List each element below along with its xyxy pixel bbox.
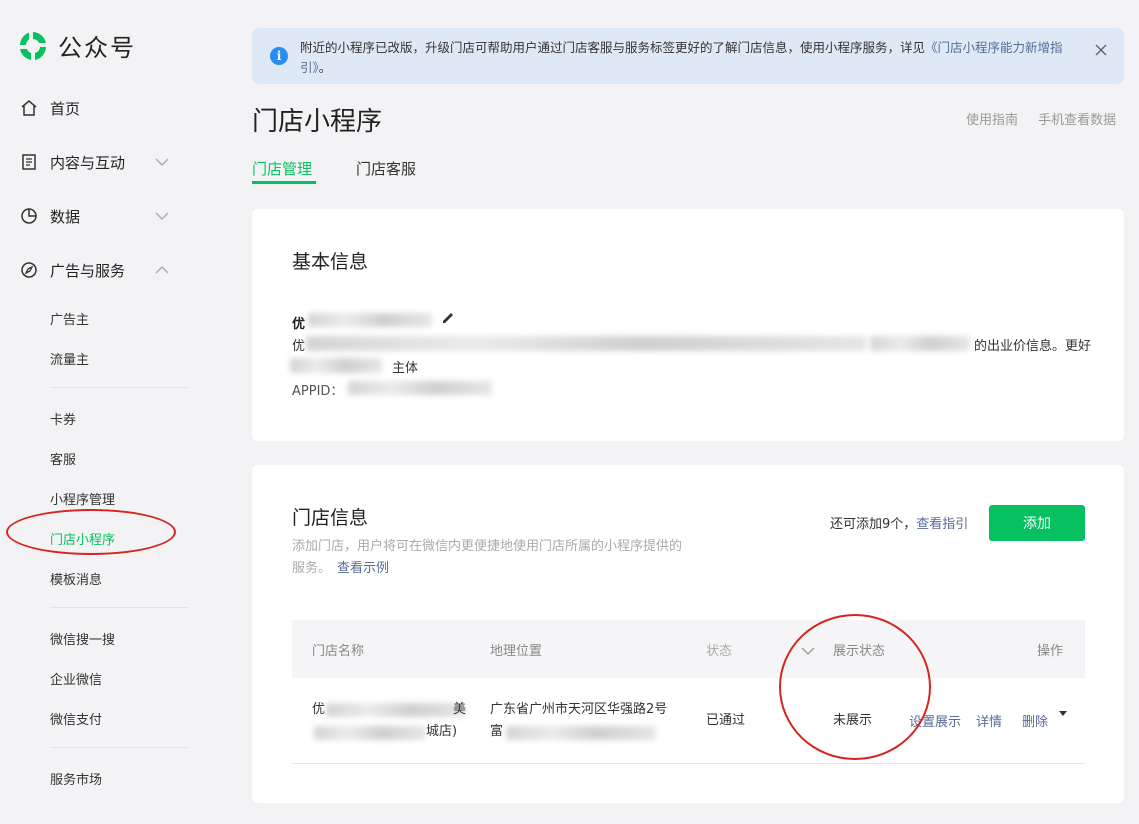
header-links: 使用指南 手机查看数据 bbox=[966, 109, 1132, 128]
redacted-account-description bbox=[870, 336, 970, 351]
redacted-account-description bbox=[306, 336, 866, 351]
store-quota: 还可添加9个，查看指引 bbox=[830, 513, 968, 532]
sidebar: 公众号 首页 内容与互动 数据 广告与服务 广告主 流量主 卡券 客服 小程序管… bbox=[0, 0, 200, 824]
brand-name: 公众号 bbox=[58, 34, 136, 62]
column-header-display-status: 展示状态 bbox=[833, 644, 886, 659]
chevron-down-icon bbox=[155, 212, 169, 220]
view-guide-link[interactable]: 查看指引 bbox=[916, 517, 968, 532]
sidebar-item-label: 首页 bbox=[50, 99, 81, 118]
store-info-title: 门店信息 bbox=[292, 507, 369, 529]
account-name: 优 bbox=[292, 313, 305, 332]
redacted-store-location bbox=[506, 726, 656, 740]
tab-store-customer-service[interactable]: 门店客服 bbox=[356, 158, 416, 179]
store-quota-text: 还可添加9个， bbox=[830, 517, 917, 532]
store-location: 广东省广州市天河区华强路2号 bbox=[490, 702, 668, 717]
redacted-store-name bbox=[326, 703, 466, 717]
info-icon: i bbox=[270, 47, 288, 65]
store-name-part: 城店) bbox=[426, 724, 458, 739]
notice-text: 附近的小程序已改版，升级门店可帮助用户通过门店客服与服务标签更好的了解门店信息，… bbox=[300, 38, 1090, 78]
add-store-button[interactable]: 添加 bbox=[989, 505, 1085, 541]
delete-link[interactable]: 删除 bbox=[1022, 711, 1048, 730]
notice-suffix: 。 bbox=[318, 60, 332, 75]
column-header-store-name: 门店名称 bbox=[312, 644, 365, 659]
redacted-subject bbox=[290, 358, 382, 373]
chevron-down-icon bbox=[155, 158, 169, 166]
active-tab-indicator bbox=[252, 181, 316, 184]
sidebar-subitem-service-market[interactable]: 服务市场 bbox=[50, 769, 102, 788]
store-name-cell: 优 美 城店) bbox=[312, 700, 472, 744]
sidebar-subitem-wecom[interactable]: 企业微信 bbox=[50, 669, 102, 688]
table-row: 优 美 城店) 广东省广州市天河区华强路2号 富 已通过 未展示 设置展示 详情… bbox=[292, 678, 1085, 764]
document-icon bbox=[22, 154, 36, 170]
brand-logo[interactable]: 公众号 bbox=[16, 28, 136, 63]
edit-pencil-icon[interactable] bbox=[440, 310, 456, 326]
store-status: 已通过 bbox=[706, 713, 746, 728]
pie-chart-icon bbox=[21, 208, 37, 224]
set-display-link[interactable]: 设置展示 bbox=[909, 711, 961, 730]
wechat-official-logo-icon bbox=[20, 31, 46, 60]
details-link[interactable]: 详情 bbox=[976, 711, 1002, 730]
sidebar-subitem-cards[interactable]: 卡券 bbox=[50, 409, 76, 428]
basic-info-card: 基本信息 优 优 的出业价信息。更好 主体 APPID： bbox=[252, 209, 1124, 441]
chevron-up-icon bbox=[155, 266, 169, 274]
account-subject-suffix: 主体 bbox=[392, 361, 419, 376]
column-header-actions: 操作 bbox=[1037, 644, 1064, 659]
store-location-tail: 富 bbox=[490, 724, 504, 739]
store-location-cell: 广东省广州市天河区华强路2号 富 bbox=[490, 700, 690, 744]
sidebar-item-label: 广告与服务 bbox=[50, 261, 126, 280]
store-name-part: 美 bbox=[453, 702, 467, 717]
notice-body: 附近的小程序已改版，升级门店可帮助用户通过门店客服与服务标签更好的了解门店信息，… bbox=[300, 40, 926, 55]
appid-label: APPID： bbox=[292, 384, 344, 399]
account-name-prefix: 优 bbox=[292, 317, 306, 332]
sidebar-subitem-publisher[interactable]: 流量主 bbox=[50, 349, 89, 368]
sidebar-subitem-advertiser[interactable]: 广告主 bbox=[50, 309, 89, 328]
status-filter-chevron-down-icon[interactable] bbox=[801, 646, 815, 656]
store-display-status: 未展示 bbox=[833, 713, 873, 728]
sidebar-item-ads-services[interactable]: 广告与服务 bbox=[0, 255, 200, 285]
store-info-card: 门店信息 添加门店，用户将可在微信内更便捷地使用门店所属的小程序提供的服务。 查看… bbox=[252, 465, 1124, 803]
tab-store-management[interactable]: 门店管理 bbox=[252, 158, 312, 179]
sidebar-item-label: 内容与互动 bbox=[50, 153, 126, 172]
sidebar-item-home[interactable]: 首页 bbox=[0, 93, 200, 123]
store-table-header: 门店名称 地理位置 状态 展示状态 操作 bbox=[292, 620, 1085, 678]
sidebar-subitem-customer-service[interactable]: 客服 bbox=[50, 449, 76, 468]
sidebar-divider bbox=[50, 607, 188, 608]
sidebar-item-label: 数据 bbox=[50, 207, 81, 226]
account-desc-prefix: 优 bbox=[292, 339, 306, 354]
page-title: 门店小程序 bbox=[252, 107, 383, 137]
column-header-status: 状态 bbox=[706, 644, 733, 659]
redacted-store-name bbox=[314, 726, 426, 740]
mobile-view-data-link[interactable]: 手机查看数据 bbox=[1038, 113, 1116, 128]
store-name-part: 优 bbox=[312, 702, 326, 717]
store-info-description: 添加门店，用户将可在微信内更便捷地使用门店所属的小程序提供的服务。 查看示例 bbox=[292, 536, 692, 580]
notice-banner: i 附近的小程序已改版，升级门店可帮助用户通过门店客服与服务标签更好的了解门店信… bbox=[252, 28, 1124, 84]
sidebar-item-content-interaction[interactable]: 内容与互动 bbox=[0, 147, 200, 177]
sidebar-subitem-miniprogram-management[interactable]: 小程序管理 bbox=[50, 489, 115, 508]
view-example-link[interactable]: 查看示例 bbox=[337, 561, 389, 576]
account-desc-suffix: 的出业价信息。更好 bbox=[974, 339, 1092, 354]
sidebar-subitem-wechat-pay[interactable]: 微信支付 bbox=[50, 709, 102, 728]
usage-guide-link[interactable]: 使用指南 bbox=[966, 113, 1018, 128]
sidebar-subitem-template-messages[interactable]: 模板消息 bbox=[50, 569, 102, 588]
home-icon bbox=[21, 100, 37, 116]
sidebar-divider bbox=[50, 387, 188, 388]
redacted-account-name bbox=[308, 313, 432, 327]
compass-icon bbox=[21, 262, 37, 278]
basic-info-title: 基本信息 bbox=[292, 251, 369, 273]
close-icon[interactable] bbox=[1094, 43, 1108, 57]
sidebar-item-data[interactable]: 数据 bbox=[0, 201, 200, 231]
column-header-location: 地理位置 bbox=[490, 644, 543, 659]
sidebar-subitem-wechat-search[interactable]: 微信搜一搜 bbox=[50, 629, 115, 648]
sidebar-divider bbox=[50, 747, 188, 748]
sidebar-subitem-store-miniprogram[interactable]: 门店小程序 bbox=[50, 529, 115, 548]
more-actions-caret-icon[interactable] bbox=[1059, 711, 1067, 716]
redacted-appid bbox=[348, 381, 492, 395]
